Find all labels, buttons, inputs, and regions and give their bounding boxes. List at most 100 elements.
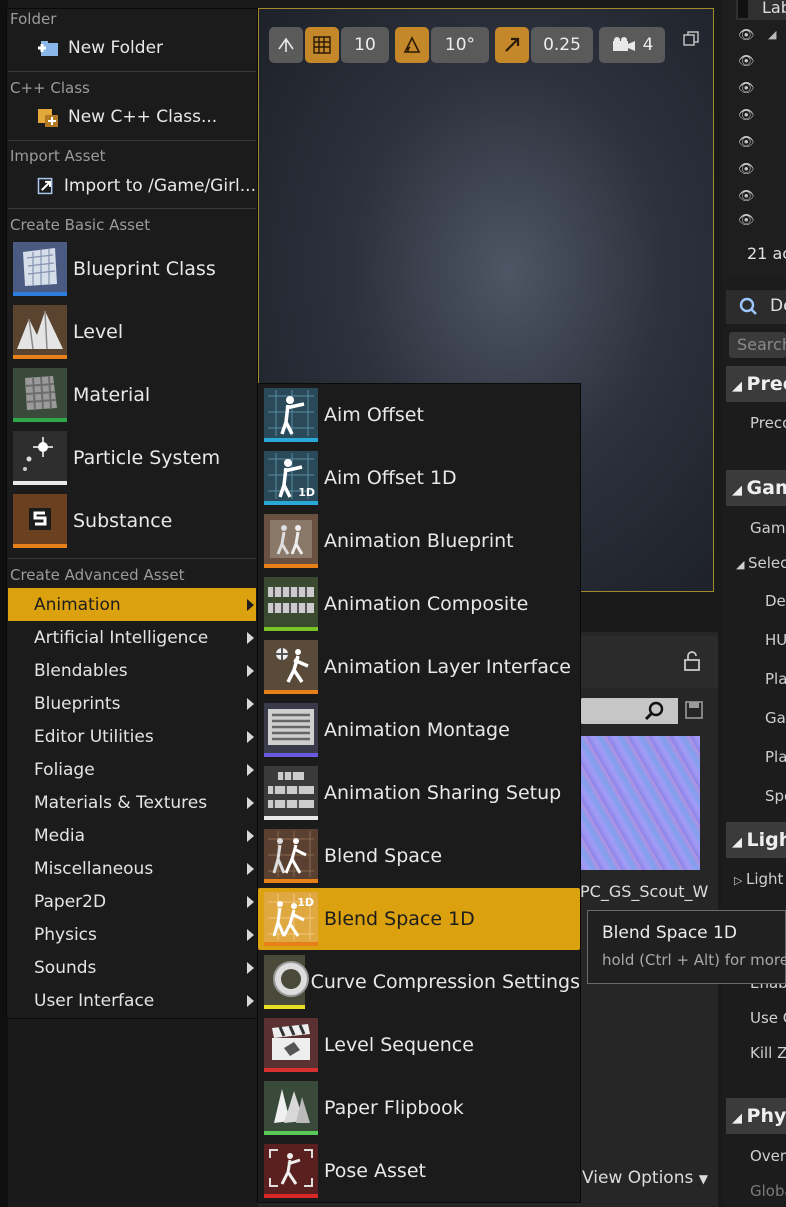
angle-icon (403, 36, 421, 53)
submenu-arrow-icon (247, 962, 254, 974)
category-physics[interactable]: Physics (8, 918, 256, 951)
details-property: Def (765, 592, 786, 610)
aim-offset-label: Aim Offset (324, 404, 424, 426)
save-icon[interactable] (684, 700, 704, 720)
particle-system-item[interactable]: Particle System (8, 427, 256, 489)
camera-speed-button[interactable]: 4 (599, 27, 665, 63)
actors-count: 21 ac (747, 244, 786, 263)
level-sequence-item[interactable]: Level Sequence (258, 1014, 580, 1076)
import-asset-item[interactable]: Import to /Game/Girl... (8, 170, 256, 202)
grid-snap-toggle[interactable] (305, 27, 339, 63)
visibility-eye-icon[interactable]: 👁 (738, 81, 755, 96)
pose-asset-item[interactable]: Pose Asset (258, 1140, 580, 1202)
lock-icon[interactable] (682, 650, 702, 672)
details-category[interactable]: ◢ Ligh (726, 822, 786, 858)
category-materials-textures[interactable]: Materials & Textures (8, 786, 256, 819)
material-icon (13, 368, 67, 422)
blend-space-1d-item[interactable]: 1D Blend Space 1D (258, 888, 580, 950)
category-collapse-icon: ◢ (732, 835, 747, 850)
visibility-eye-icon[interactable]: 👁 (738, 108, 755, 123)
scale-snap-toggle[interactable] (495, 27, 529, 63)
section-header-import: Import Asset (10, 147, 106, 165)
blend-space-icon (264, 829, 318, 883)
asset-thumbnail[interactable] (580, 736, 700, 870)
category-label: Blendables (34, 660, 128, 681)
import-icon (37, 177, 53, 195)
animation-blueprint-icon (264, 514, 318, 568)
grid-icon (313, 36, 331, 54)
visibility-eye-icon[interactable]: 👁 (738, 28, 755, 43)
paper-flipbook-item[interactable]: Paper Flipbook (258, 1077, 580, 1139)
rotation-snap-value[interactable]: 10° (431, 27, 489, 63)
aim-offset-1d-label: Aim Offset 1D (324, 467, 457, 489)
material-item[interactable]: Material (8, 364, 256, 426)
view-options-label: View Options (582, 1168, 694, 1188)
category-blendables[interactable]: Blendables (8, 654, 256, 687)
new-folder-item[interactable]: New Folder (8, 32, 256, 64)
search-icon[interactable] (644, 701, 666, 721)
substance-item[interactable]: Substance (8, 490, 256, 552)
curve-compression-settings-item[interactable]: Curve Compression Settings (258, 951, 580, 1013)
blueprint-class-item[interactable]: Blueprint Class (8, 238, 256, 300)
visibility-eye-icon[interactable]: 👁 (738, 162, 755, 177)
category-animation[interactable]: Animation (8, 588, 256, 621)
curve-compression-settings-icon (264, 955, 309, 1009)
category-user-interface[interactable]: User Interface (8, 984, 256, 1017)
animation-blueprint-label: Animation Blueprint (324, 530, 514, 552)
visibility-eye-icon[interactable]: 👁 (738, 213, 755, 228)
visibility-eye-icon[interactable]: 👁 (738, 54, 755, 69)
details-category[interactable]: ◢ Gam (726, 470, 786, 506)
details-tab[interactable]: De (726, 290, 786, 324)
category-foliage[interactable]: Foliage (8, 753, 256, 786)
category-artificial-intelligence[interactable]: Artificial Intelligence (8, 621, 256, 654)
expand-arrow-icon[interactable]: ◢ (768, 28, 776, 41)
category-paper2d[interactable]: Paper2D (8, 885, 256, 918)
details-search-input[interactable]: Search (729, 332, 786, 358)
category-media[interactable]: Media (8, 819, 256, 852)
category-editor-utilities[interactable]: Editor Utilities (8, 720, 256, 753)
visibility-eye-icon[interactable]: 👁 (738, 189, 755, 204)
surface-snap-button[interactable] (269, 27, 303, 63)
rotation-snap-toggle[interactable] (395, 27, 429, 63)
level-item[interactable]: Level (8, 301, 256, 363)
animation-composite-icon (264, 577, 318, 631)
new-cpp-class-item[interactable]: New C++ Class... (8, 101, 256, 133)
menu-divider (8, 71, 256, 72)
blueprint-class-icon (13, 242, 67, 296)
view-options-button[interactable]: View Options ▼ (582, 1168, 708, 1188)
grid-snap-value[interactable]: 10 (341, 27, 389, 63)
new-folder-label: New Folder (68, 38, 164, 58)
animation-sharing-setup-item[interactable]: Animation Sharing Setup (258, 762, 580, 824)
category-label: Blueprints (34, 693, 121, 714)
category-miscellaneous[interactable]: Miscellaneous (8, 852, 256, 885)
animation-layer-interface-icon (264, 640, 318, 694)
blend-space-1d-label: Blend Space 1D (324, 908, 475, 930)
blend-space-item[interactable]: Blend Space (258, 825, 580, 887)
visibility-eye-icon[interactable]: 👁 (738, 135, 755, 150)
category-label: Sounds (34, 957, 97, 978)
submenu-arrow-icon (247, 698, 254, 710)
aim-offset-1d-item[interactable]: 1D Aim Offset 1D (258, 447, 580, 509)
details-category[interactable]: ◢ Phys (726, 1098, 786, 1134)
new-folder-icon (38, 41, 58, 56)
category-blueprints[interactable]: Blueprints (8, 687, 256, 720)
animation-montage-item[interactable]: Animation Montage (258, 699, 580, 761)
animation-blueprint-item[interactable]: Animation Blueprint (258, 510, 580, 572)
tooltip: Blend Space 1D hold (Ctrl + Alt) for mor… (587, 910, 786, 984)
details-property: ◢ Selec (736, 554, 786, 572)
aim-offset-item[interactable]: Aim Offset (258, 384, 580, 446)
animation-montage-label: Animation Montage (324, 719, 510, 741)
dropdown-caret-icon: ▼ (698, 1172, 708, 1186)
scale-snap-value[interactable]: 0.25 (531, 27, 593, 63)
content-search-input[interactable] (580, 698, 678, 724)
paper-flipbook-label: Paper Flipbook (324, 1097, 464, 1119)
animation-layer-interface-item[interactable]: Animation Layer Interface (258, 636, 580, 698)
level-sequence-icon (264, 1018, 318, 1072)
category-sounds[interactable]: Sounds (8, 951, 256, 984)
level-label: Level (73, 321, 124, 343)
tooltip-title: Blend Space 1D (602, 923, 737, 943)
maximize-viewport-icon[interactable] (683, 31, 699, 47)
animation-composite-item[interactable]: Animation Composite (258, 573, 580, 635)
particle-system-icon (13, 431, 67, 485)
details-category[interactable]: ◢ Prec (726, 366, 786, 402)
